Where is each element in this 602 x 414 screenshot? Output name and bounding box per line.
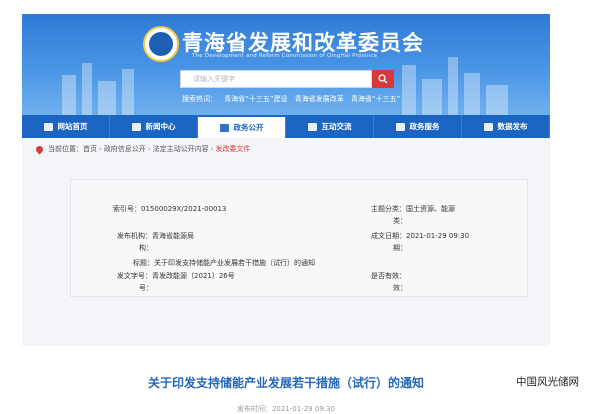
org-label-wrap: 构： [139,244,153,252]
index-row: 索引号：01500029X/2021-00013 [113,204,226,215]
emblem-logo[interactable] [143,26,179,62]
hot-term-link[interactable]: 青海省“十三五” [351,95,400,103]
doc-number-label-wrap: 号： [139,284,153,292]
article-section: 关于印发支持储能产业发展若干措施（试行）的通知 发布时间：2021-01-29 … [22,346,550,414]
main-nav: 网站首页 新闻中心 政务公开 互动交流 政务服务 数据发布 [22,115,550,138]
breadcrumb: 当前位置： 首页 › 政府信息公开 › 法定主动公开内容 › 发改委文件 [34,144,250,154]
search-icon [378,74,388,84]
document-icon [219,123,229,132]
org-row: 发布机构：青海省能源局 [117,231,194,242]
nav-item-interaction[interactable]: 互动交流 [286,115,374,138]
nav-label: 新闻中心 [145,122,176,131]
index-value: 01500029X/2021-00013 [141,205,227,213]
validity-label: 是否有效： [371,272,406,280]
breadcrumb-separator: › [210,145,214,153]
breadcrumb-separator: › [147,145,151,153]
hot-term-link[interactable]: 青海省“十三五”建设 [224,95,287,103]
hot-label: 搜索热词： [182,95,217,103]
location-pin-icon [34,144,45,154]
watermark-text: 中国风光储网 [516,376,579,388]
title-row: 标题：关于印发支持储能产业发展若干措施（试行）的通知 [133,258,315,269]
breadcrumb-prefix: 当前位置： [48,145,83,153]
title-value: 关于印发支持储能产业发展若干措施（试行）的通知 [154,259,315,267]
home-icon [43,122,53,131]
category-row: 主题分类：国土资源、能源 [371,204,455,215]
breadcrumb-link[interactable]: 首页 [83,144,97,154]
breadcrumb-link[interactable]: 政府信息公开 [104,144,146,154]
date-label-wrap: 期： [393,244,407,252]
site-header: 青海省发展和改革委员会 The Development and Reform C… [22,14,550,115]
article-publish-time: 发布时间：2021-01-29 09:30 [22,404,550,414]
nav-item-services[interactable]: 政务服务 [374,115,462,138]
nav-item-news[interactable]: 新闻中心 [110,115,198,138]
document-info-panel: 索引号：01500029X/2021-00013 发布机构：青海省能源局 构： … [70,179,528,297]
search-input[interactable]: 请输入关键字 [180,70,372,88]
hot-search-terms: 搜索热词： 青海省“十三五”建设 青海省发展改革 青海省“十三五” [182,94,405,104]
index-label: 索引号： [113,205,141,213]
breadcrumb-separator: › [99,145,102,153]
doc-number-value: 青发改能源〔2021〕26号 [152,272,235,280]
website-frame: 青海省发展和改革委员会 The Development and Reform C… [22,14,550,414]
date-row: 成文日期：2021-01-29 09:30 [371,231,469,242]
nav-label: 互动交流 [321,122,352,131]
org-value: 青海省能源局 [152,232,194,240]
org-label: 发布机构： [117,232,152,240]
nav-item-government-affairs[interactable]: 政务公开 [198,115,286,138]
search-button[interactable] [372,70,394,88]
article-title: 关于印发支持储能产业发展若干措施（试行）的通知 [147,376,424,390]
doc-number-label: 发文字号： [117,272,152,280]
page: 青海省发展和改革委员会 The Development and Reform C… [0,0,602,414]
nav-item-home[interactable]: 网站首页 [22,115,110,138]
site-subtitle: The Development and Reform Commission of… [192,53,378,59]
news-icon [131,122,141,131]
publish-time-label: 发布时间： [236,405,272,413]
chat-icon [307,122,317,131]
breadcrumb-link[interactable]: 法定主动公开内容 [153,144,209,154]
chart-icon [483,122,493,131]
service-icon [395,122,405,131]
category-value: 国土资源、能源 [406,205,455,213]
breadcrumb-current[interactable]: 发改委文件 [215,144,250,154]
title-label: 标题： [133,259,154,267]
validity-label-wrap: 效： [393,284,407,292]
doc-number-row: 发文字号：青发改能源〔2021〕26号 [117,271,235,282]
nav-label: 政务公开 [233,123,264,132]
nav-label: 政务服务 [409,122,440,131]
publish-time-value: 2021-01-29 09:30 [271,405,336,413]
date-label: 成文日期： [371,232,406,240]
validity-row: 是否有效： [371,271,406,282]
hot-term-link[interactable]: 青海省发展改革 [295,95,344,103]
date-value: 2021-01-29 09:30 [406,232,470,240]
category-label: 主题分类： [371,205,406,213]
category-label-wrap: 类： [393,217,407,225]
nav-label: 网站首页 [57,122,88,131]
nav-label: 数据发布 [497,122,528,131]
nav-item-data[interactable]: 数据发布 [462,115,550,138]
